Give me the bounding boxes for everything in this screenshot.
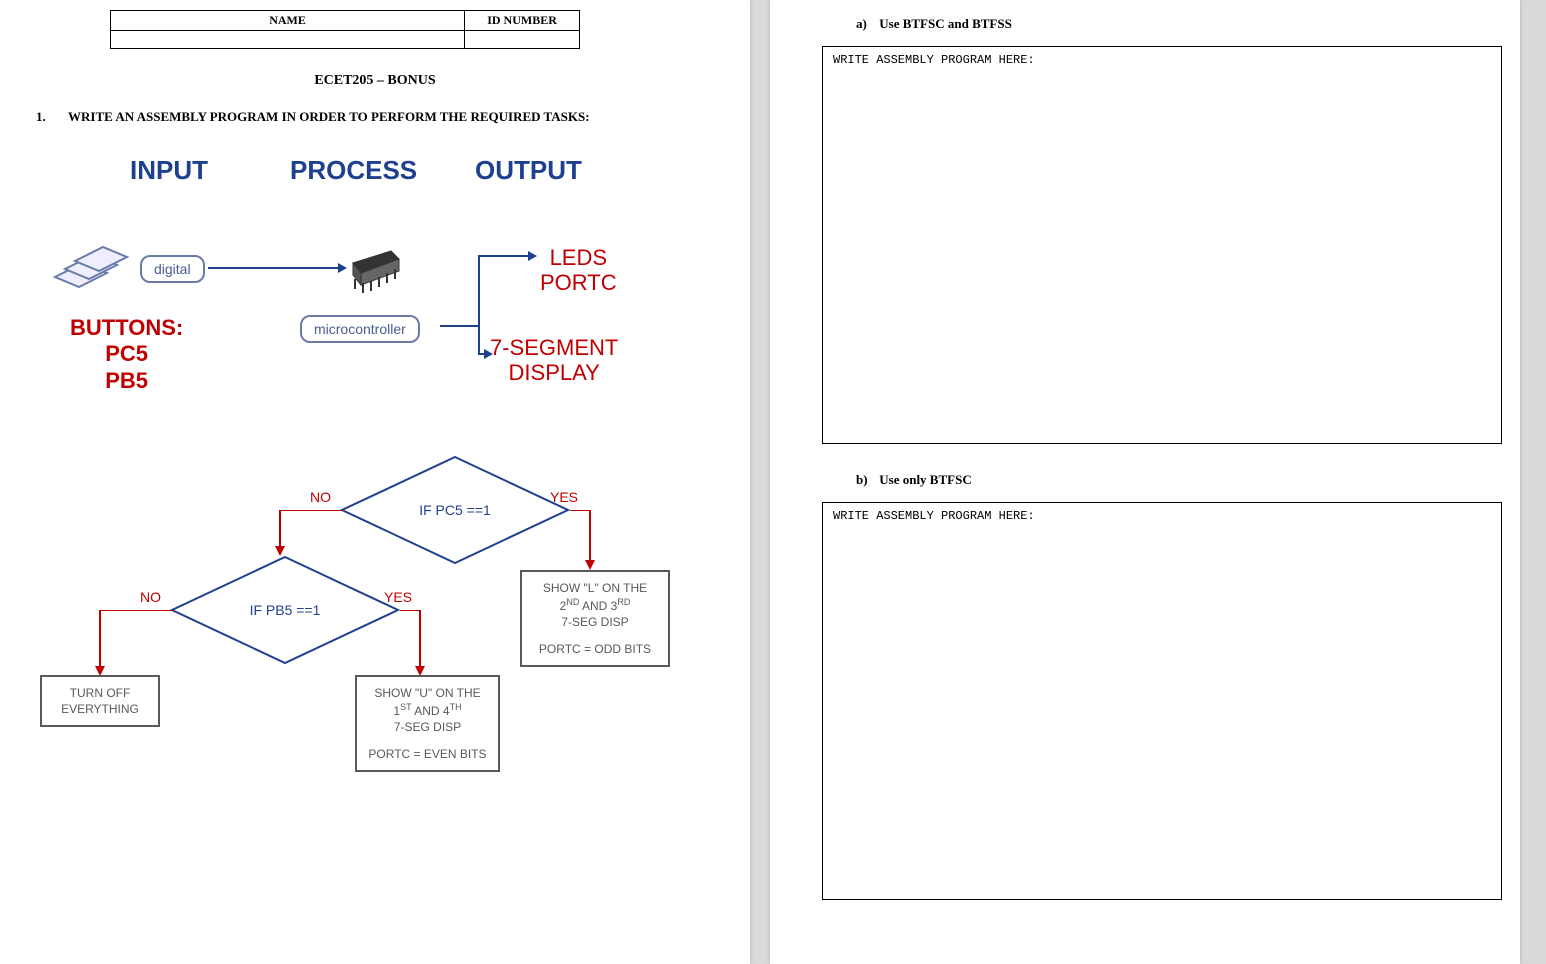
decision-pc5-text: IF PC5 ==1 xyxy=(340,455,570,565)
action-turn-off: TURN OFF EVERYTHING xyxy=(40,675,160,727)
action-show-L-l2: 2ND AND 3RD xyxy=(528,596,662,614)
id-header: ID NUMBER xyxy=(465,11,580,31)
id-cell[interactable] xyxy=(465,31,580,49)
flow-line xyxy=(570,510,600,570)
ipo-arrow-to-leds xyxy=(478,255,528,257)
action-off-l1: TURN OFF xyxy=(48,685,152,701)
subquestion-a: a) Use BTFSC and BTFSS xyxy=(856,16,1490,32)
output-leds-l2: PORTC xyxy=(540,270,617,295)
buttons-pb5: PB5 xyxy=(70,368,183,394)
action-show-L: SHOW "L" ON THE 2ND AND 3RD 7-SEG DISP P… xyxy=(520,570,670,667)
question-1: 1. WRITE AN ASSEMBLY PROGRAM IN ORDER TO… xyxy=(30,109,720,125)
decision-pb5-text: IF PB5 ==1 xyxy=(170,555,400,665)
buttons-icon xyxy=(50,245,130,293)
buttons-pc5: PC5 xyxy=(70,341,183,367)
ipo-diagram: INPUT PROCESS OUTPUT digital xyxy=(40,155,690,435)
microcontroller-icon xyxy=(345,245,405,293)
arrowhead-icon xyxy=(338,263,347,273)
ipo-arrow-1 xyxy=(208,267,338,269)
codebox-b[interactable]: WRITE ASSEMBLY PROGRAM HERE: xyxy=(822,502,1502,900)
action-show-U-l4: PORTC = EVEN BITS xyxy=(363,746,492,762)
course-title: ECET205 – BONUS xyxy=(30,73,720,89)
ipo-header-process: PROCESS xyxy=(290,155,417,186)
output-7seg-l2: DISPLAY xyxy=(490,360,618,385)
subquestion-b: b) Use only BTFSC xyxy=(856,472,1490,488)
action-show-L-l3: 7-SEG DISP xyxy=(528,614,662,630)
output-7seg-l1: 7-SEGMENT xyxy=(490,335,618,360)
subquestion-a-text: Use BTFSC and BTFSS xyxy=(879,16,1012,31)
subquestion-b-label: b) xyxy=(856,472,876,488)
label-yes-2: YES xyxy=(384,589,412,605)
digital-label: digital xyxy=(140,255,205,283)
label-no-2: NO xyxy=(140,589,161,605)
decision-pb5: IF PB5 ==1 xyxy=(170,555,400,665)
action-show-U-l3: 7-SEG DISP xyxy=(363,719,492,735)
ipo-header-input: INPUT xyxy=(130,155,208,186)
codebox-a[interactable]: WRITE ASSEMBLY PROGRAM HERE: xyxy=(822,46,1502,444)
name-cell[interactable] xyxy=(111,31,465,49)
page-1: NAME ID NUMBER ECET205 – BONUS 1. WRITE … xyxy=(0,0,750,964)
flow-line xyxy=(400,610,430,680)
buttons-labels: BUTTONS: PC5 PB5 xyxy=(70,315,183,394)
output-leds-l1: LEDS xyxy=(540,245,617,270)
subquestion-a-label: a) xyxy=(856,16,876,32)
output-7seg: 7-SEGMENT DISPLAY xyxy=(490,335,618,386)
ipo-header-output: OUTPUT xyxy=(475,155,582,186)
name-id-table: NAME ID NUMBER xyxy=(110,10,580,49)
microcontroller-label: microcontroller xyxy=(300,315,420,343)
page-2: a) Use BTFSC and BTFSS WRITE ASSEMBLY PR… xyxy=(770,0,1520,964)
question-text: WRITE AN ASSEMBLY PROGRAM IN ORDER TO PE… xyxy=(68,109,590,125)
flow-line xyxy=(90,610,175,680)
decision-pc5: IF PC5 ==1 xyxy=(340,455,570,565)
question-number: 1. xyxy=(36,109,50,125)
label-no-1: NO xyxy=(310,489,331,505)
arrowhead-icon xyxy=(484,349,493,359)
action-show-U: SHOW "U" ON THE 1ST AND 4TH 7-SEG DISP P… xyxy=(355,675,500,772)
arrowhead-icon xyxy=(528,251,537,261)
ipo-arrow-split xyxy=(478,255,480,355)
output-leds: LEDS PORTC xyxy=(540,245,617,296)
action-off-l2: EVERYTHING xyxy=(48,701,152,717)
ipo-arrow-stem xyxy=(440,325,480,327)
action-show-L-l1: SHOW "L" ON THE xyxy=(528,580,662,596)
action-show-U-l1: SHOW "U" ON THE xyxy=(363,685,492,701)
action-show-L-l4: PORTC = ODD BITS xyxy=(528,641,662,657)
action-show-U-l2: 1ST AND 4TH xyxy=(363,701,492,719)
label-yes-1: YES xyxy=(550,489,578,505)
name-header: NAME xyxy=(111,11,465,31)
buttons-title: BUTTONS: xyxy=(70,315,183,341)
flowchart: IF PC5 ==1 NO YES SHOW "L" ON THE 2ND AN… xyxy=(40,455,690,855)
subquestion-b-text: Use only BTFSC xyxy=(879,472,971,487)
